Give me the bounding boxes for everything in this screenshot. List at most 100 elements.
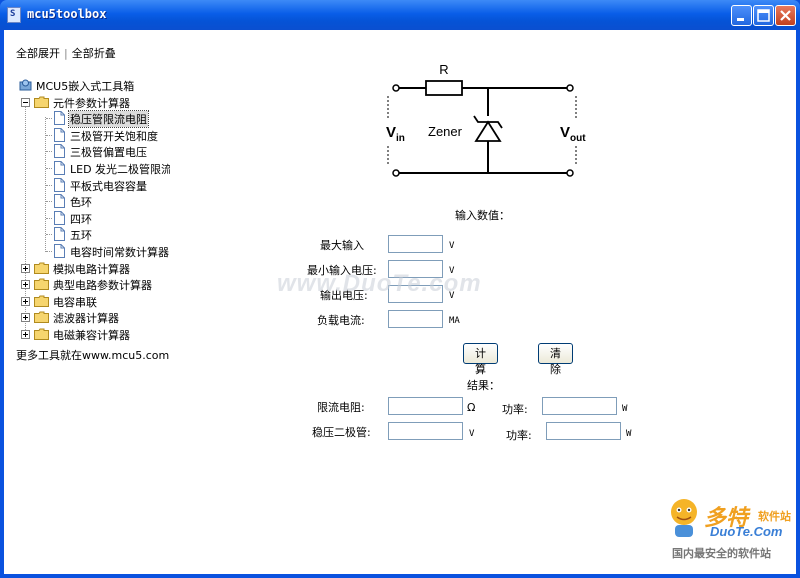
expand-expander[interactable]	[21, 280, 30, 290]
document-icon	[54, 144, 65, 159]
tree-item-label: 电容时间常数计算器	[70, 245, 169, 259]
document-icon	[54, 227, 65, 242]
folder-icon	[34, 311, 49, 324]
document-icon	[54, 194, 65, 209]
min-input-unit: V	[449, 266, 455, 276]
expand-expander[interactable]	[21, 313, 30, 323]
app-icon[interactable]	[7, 7, 21, 23]
close-icon	[780, 10, 791, 21]
toolbox-icon	[19, 79, 32, 91]
tree-folder-closed[interactable]: 滤波器计算器	[16, 309, 171, 326]
output-voltage-field[interactable]	[388, 285, 443, 303]
logo-english: DuoTe.Com	[710, 524, 783, 539]
logo-tagline: 国内最安全的软件站	[672, 547, 771, 560]
resistor-power-field[interactable]	[542, 397, 617, 415]
tree-item-label: 平板式电容容量	[70, 179, 147, 193]
title-bar[interactable]: mcu5toolbox	[0, 0, 800, 30]
tree-item[interactable]: 稳压管限流电阻	[16, 110, 171, 129]
limit-resistor-unit: Ω	[467, 401, 476, 414]
mascot-icon	[671, 499, 697, 537]
tree-folder-label: 电磁兼容计算器	[53, 328, 130, 342]
document-icon	[54, 210, 65, 225]
min-input-field[interactable]	[388, 260, 443, 278]
tree-item-label: 三极管偏置电压	[70, 146, 147, 160]
document-icon	[54, 243, 65, 258]
minimize-button[interactable]	[731, 5, 752, 26]
input-section-title: 输入数值：	[455, 209, 510, 222]
maximize-icon	[757, 9, 770, 22]
tree-item[interactable]: 平板式电容容量	[16, 177, 171, 194]
expand-expander[interactable]	[21, 296, 30, 306]
expand-all-link[interactable]: 全部展开	[16, 47, 60, 60]
tree-item[interactable]: 三极管偏置电压	[16, 143, 171, 160]
tree-folder-label: 元件参数计算器	[53, 96, 130, 110]
max-input-label: 最大输入	[320, 239, 364, 252]
close-button[interactable]	[775, 5, 796, 26]
tree-item-label: 五环	[70, 229, 92, 243]
tool-tree: MCU5嵌入式工具箱 元件参数计算器 稳压管限流电阻 三极管开关饱和度 三极管偏…	[16, 77, 171, 343]
tree-folder-label: 滤波器计算器	[53, 312, 119, 326]
tree-folder-label: 模拟电路计算器	[53, 262, 130, 276]
maximize-button[interactable]	[753, 5, 774, 26]
collapse-all-link[interactable]: 全部折叠	[72, 47, 116, 60]
site-logo: 多特 软件站 DuoTe.Com 国内最安全的软件站	[660, 492, 800, 572]
more-tools-link[interactable]: 更多工具就在www.mcu5.com	[16, 347, 169, 363]
resistor-power-unit: W	[622, 404, 628, 414]
clear-button[interactable]: 清除	[538, 343, 573, 376]
zener-voltage-unit: V	[469, 429, 475, 439]
window-title: mcu5toolbox	[27, 7, 107, 21]
tree-folder-label: 典型电路参数计算器	[53, 279, 152, 293]
expand-collapse-links: 全部展开 | 全部折叠	[16, 45, 116, 61]
tree-folder-closed[interactable]: 电磁兼容计算器	[16, 326, 171, 343]
folder-icon	[34, 262, 49, 274]
result-section-title: 结果：	[467, 379, 500, 392]
resistor-label: R	[439, 62, 448, 77]
tree-item-label: 色环	[70, 196, 92, 210]
tree-root-label: MCU5嵌入式工具箱	[36, 80, 135, 93]
document-icon	[54, 127, 65, 142]
tree-item-label: 四环	[70, 212, 92, 226]
tree-item[interactable]: 五环	[16, 226, 171, 243]
link-separator: |	[64, 47, 68, 60]
tree-root[interactable]: MCU5嵌入式工具箱	[16, 77, 171, 94]
limit-resistor-field[interactable]	[388, 397, 463, 415]
minimize-icon	[737, 18, 744, 21]
limit-resistor-label: 限流电阻:	[317, 401, 365, 414]
max-input-field[interactable]	[388, 235, 443, 253]
tree-folder-closed[interactable]: 电容串联	[16, 293, 171, 310]
min-input-label: 最小输入电压:	[307, 264, 377, 277]
tree-item-label-selected: 稳压管限流电阻	[68, 110, 149, 129]
tree-item-label: 三极管开关饱和度	[70, 129, 158, 143]
folder-icon	[34, 295, 49, 307]
tree-item[interactable]: 电容时间常数计算器	[16, 243, 171, 260]
vin-label: Vin	[386, 124, 405, 144]
zener-power-field[interactable]	[546, 422, 621, 440]
zener-circuit-diagram: R Zener Vin Vout	[386, 62, 586, 177]
tree-item[interactable]: 四环	[16, 210, 171, 227]
load-current-field[interactable]	[388, 310, 443, 328]
calculate-button[interactable]: 计算	[463, 343, 498, 376]
collapse-expander[interactable]	[21, 97, 30, 107]
tree-folder-closed[interactable]: 模拟电路计算器	[16, 260, 171, 277]
output-voltage-label: 输出电压:	[320, 289, 368, 302]
app-window: mcu5toolbox 全部展开 | 全部折叠 MCU5嵌入式工具箱 元件参数计算器	[0, 0, 800, 578]
zener-voltage-field[interactable]	[388, 422, 463, 440]
tree-item[interactable]: 色环	[16, 193, 171, 210]
logo-subtitle: 软件站	[758, 510, 791, 523]
zener-label: Zener	[428, 124, 463, 139]
load-current-unit: MA	[449, 316, 460, 326]
folder-icon	[34, 96, 49, 108]
folder-icon	[34, 278, 49, 291]
tree-item[interactable]: 三极管开关饱和度	[16, 127, 171, 144]
zener-diode-label: 稳压二极管:	[312, 426, 371, 439]
load-current-label: 负载电流:	[317, 314, 365, 327]
expand-expander[interactable]	[21, 329, 30, 339]
tree-folder-open[interactable]: 元件参数计算器	[16, 94, 171, 111]
document-icon	[54, 111, 65, 126]
max-input-unit: V	[449, 241, 455, 251]
tree-item[interactable]: LED 发光二极管限流	[16, 160, 171, 177]
expand-expander[interactable]	[21, 263, 30, 273]
zener-power-label: 功率:	[506, 429, 532, 442]
tree-folder-closed[interactable]: 典型电路参数计算器	[16, 276, 171, 293]
tree-item-label: LED 发光二极管限流	[70, 162, 170, 176]
